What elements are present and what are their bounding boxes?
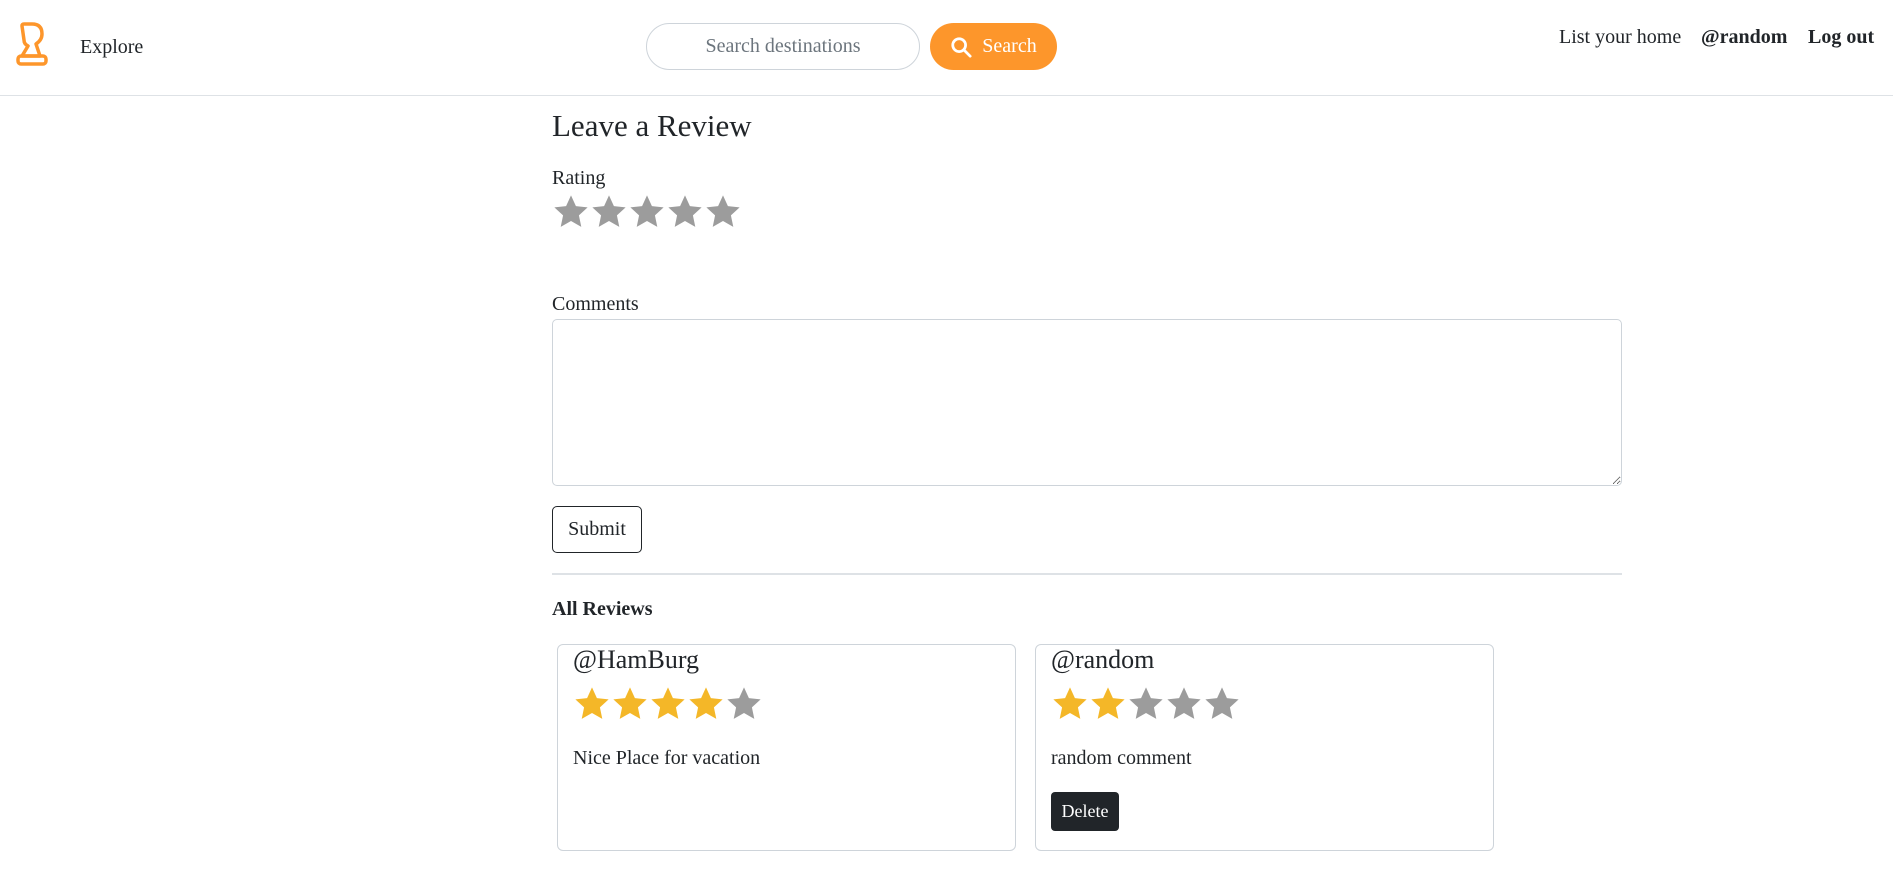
list-your-home-link[interactable]: List your home: [1559, 26, 1681, 49]
star-filled-icon: [649, 685, 687, 723]
all-reviews-heading: All Reviews: [552, 598, 653, 620]
page-title: Leave a Review: [552, 108, 752, 143]
star-filled-icon: [611, 685, 649, 723]
review-comment: random comment: [1051, 747, 1192, 769]
star-empty-icon: [1203, 685, 1241, 723]
divider: [552, 573, 1622, 575]
star-empty-icon[interactable]: [704, 193, 742, 231]
logo-icon[interactable]: [14, 22, 50, 66]
rating-stars-input: [552, 193, 742, 231]
rating-label: Rating: [552, 167, 606, 189]
star-empty-icon[interactable]: [552, 193, 590, 231]
comments-textarea[interactable]: [552, 319, 1622, 486]
star-empty-icon: [1165, 685, 1203, 723]
star-filled-icon: [573, 685, 611, 723]
star-filled-icon: [1051, 685, 1089, 723]
star-empty-icon[interactable]: [666, 193, 704, 231]
review-username: @HamBurg: [573, 645, 700, 674]
review-rating-stars: [1051, 685, 1241, 723]
star-empty-icon: [725, 685, 763, 723]
star-filled-icon: [687, 685, 725, 723]
comments-label: Comments: [552, 293, 639, 315]
search-icon: [951, 36, 972, 58]
star-filled-icon: [1089, 685, 1127, 723]
search-button[interactable]: Search: [930, 23, 1057, 70]
star-empty-icon[interactable]: [628, 193, 666, 231]
review-username: @random: [1051, 645, 1155, 674]
review-card: @random random comment Delete: [1035, 644, 1494, 851]
nav-explore-link[interactable]: Explore: [80, 36, 143, 59]
top-navbar: Explore Search List your home @random Lo…: [0, 0, 1893, 96]
search-button-label: Search: [982, 35, 1037, 57]
review-rating-stars: [573, 685, 763, 723]
submit-button[interactable]: Submit: [552, 506, 642, 553]
star-empty-icon: [1127, 685, 1165, 723]
review-comment: Nice Place for vacation: [573, 747, 761, 769]
logout-link[interactable]: Log out: [1808, 26, 1874, 49]
review-card: @HamBurg Nice Place for vacation: [557, 644, 1016, 851]
search-input[interactable]: [646, 23, 920, 70]
delete-review-button[interactable]: Delete: [1051, 792, 1119, 831]
user-profile-link[interactable]: @random: [1701, 26, 1787, 49]
star-empty-icon[interactable]: [590, 193, 628, 231]
